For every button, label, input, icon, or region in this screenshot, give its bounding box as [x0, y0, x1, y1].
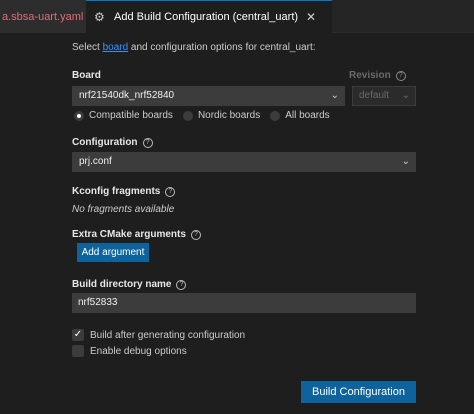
intro-text: Select board and configuration options f…	[72, 42, 316, 53]
checkbox-checked[interactable]: ✓	[72, 329, 84, 341]
build-dir-input[interactable]: nrf52833	[72, 293, 416, 313]
kconfig-label: Kconfig fragments?	[72, 186, 176, 197]
info-icon: ?	[142, 138, 153, 148]
build-dir-label: Build directory name?	[72, 279, 187, 290]
board-label: Board	[72, 70, 101, 81]
revision-select: default ⌄	[352, 86, 416, 106]
info-icon: ?	[190, 230, 201, 240]
chevron-down-icon: ⌄	[401, 156, 410, 167]
radio-all-boards[interactable]: All boards	[270, 110, 330, 121]
cmake-label: Extra CMake arguments?	[72, 229, 201, 240]
build-after-checkbox-row[interactable]: ✓ Build after generating configuration	[72, 329, 245, 341]
tab-sbsa-uart-yaml[interactable]: a.sbsa-uart.yaml 1	[0, 0, 86, 33]
info-icon: ?	[176, 280, 187, 290]
info-icon: ?	[395, 71, 406, 81]
board-link[interactable]: board	[103, 42, 129, 53]
debug-options-checkbox-row[interactable]: Enable debug options	[72, 345, 187, 357]
close-icon[interactable]: ✕	[306, 10, 316, 24]
radio-button[interactable]	[182, 110, 193, 121]
tab-add-build-configuration[interactable]: ⚙ Add Build Configuration (central_uart)…	[86, 0, 332, 33]
add-argument-button[interactable]: Add argument	[77, 243, 149, 262]
editor-tab-bar: a.sbsa-uart.yaml 1 ⚙ Add Build Configura…	[0, 0, 474, 33]
board-filter-radios: Compatible boards Nordic boards All boar…	[74, 110, 340, 121]
kconfig-empty-text: No fragments available	[72, 204, 175, 215]
radio-button[interactable]	[74, 110, 84, 121]
info-icon: ?	[165, 187, 176, 197]
radio-compatible-boards[interactable]: Compatible boards	[74, 110, 173, 121]
radio-nordic-boards[interactable]: Nordic boards	[182, 110, 260, 121]
board-select[interactable]: nrf21540dk_nrf52840 ⌄	[72, 86, 345, 106]
chevron-down-icon: ⌄	[401, 90, 410, 101]
radio-button[interactable]	[270, 110, 281, 121]
configuration-label: Configuration?	[72, 137, 153, 148]
checkbox-unchecked[interactable]	[72, 345, 84, 357]
tab-label: a.sbsa-uart.yaml 1	[2, 10, 86, 23]
revision-label: Revision?	[349, 70, 406, 81]
tab-label: Add Build Configuration (central_uart)	[114, 11, 299, 23]
chevron-down-icon: ⌄	[330, 90, 339, 101]
configuration-select[interactable]: prj.conf ⌄	[72, 152, 416, 172]
gear-icon: ⚙	[94, 10, 105, 24]
build-configuration-button[interactable]: Build Configuration	[301, 381, 416, 403]
